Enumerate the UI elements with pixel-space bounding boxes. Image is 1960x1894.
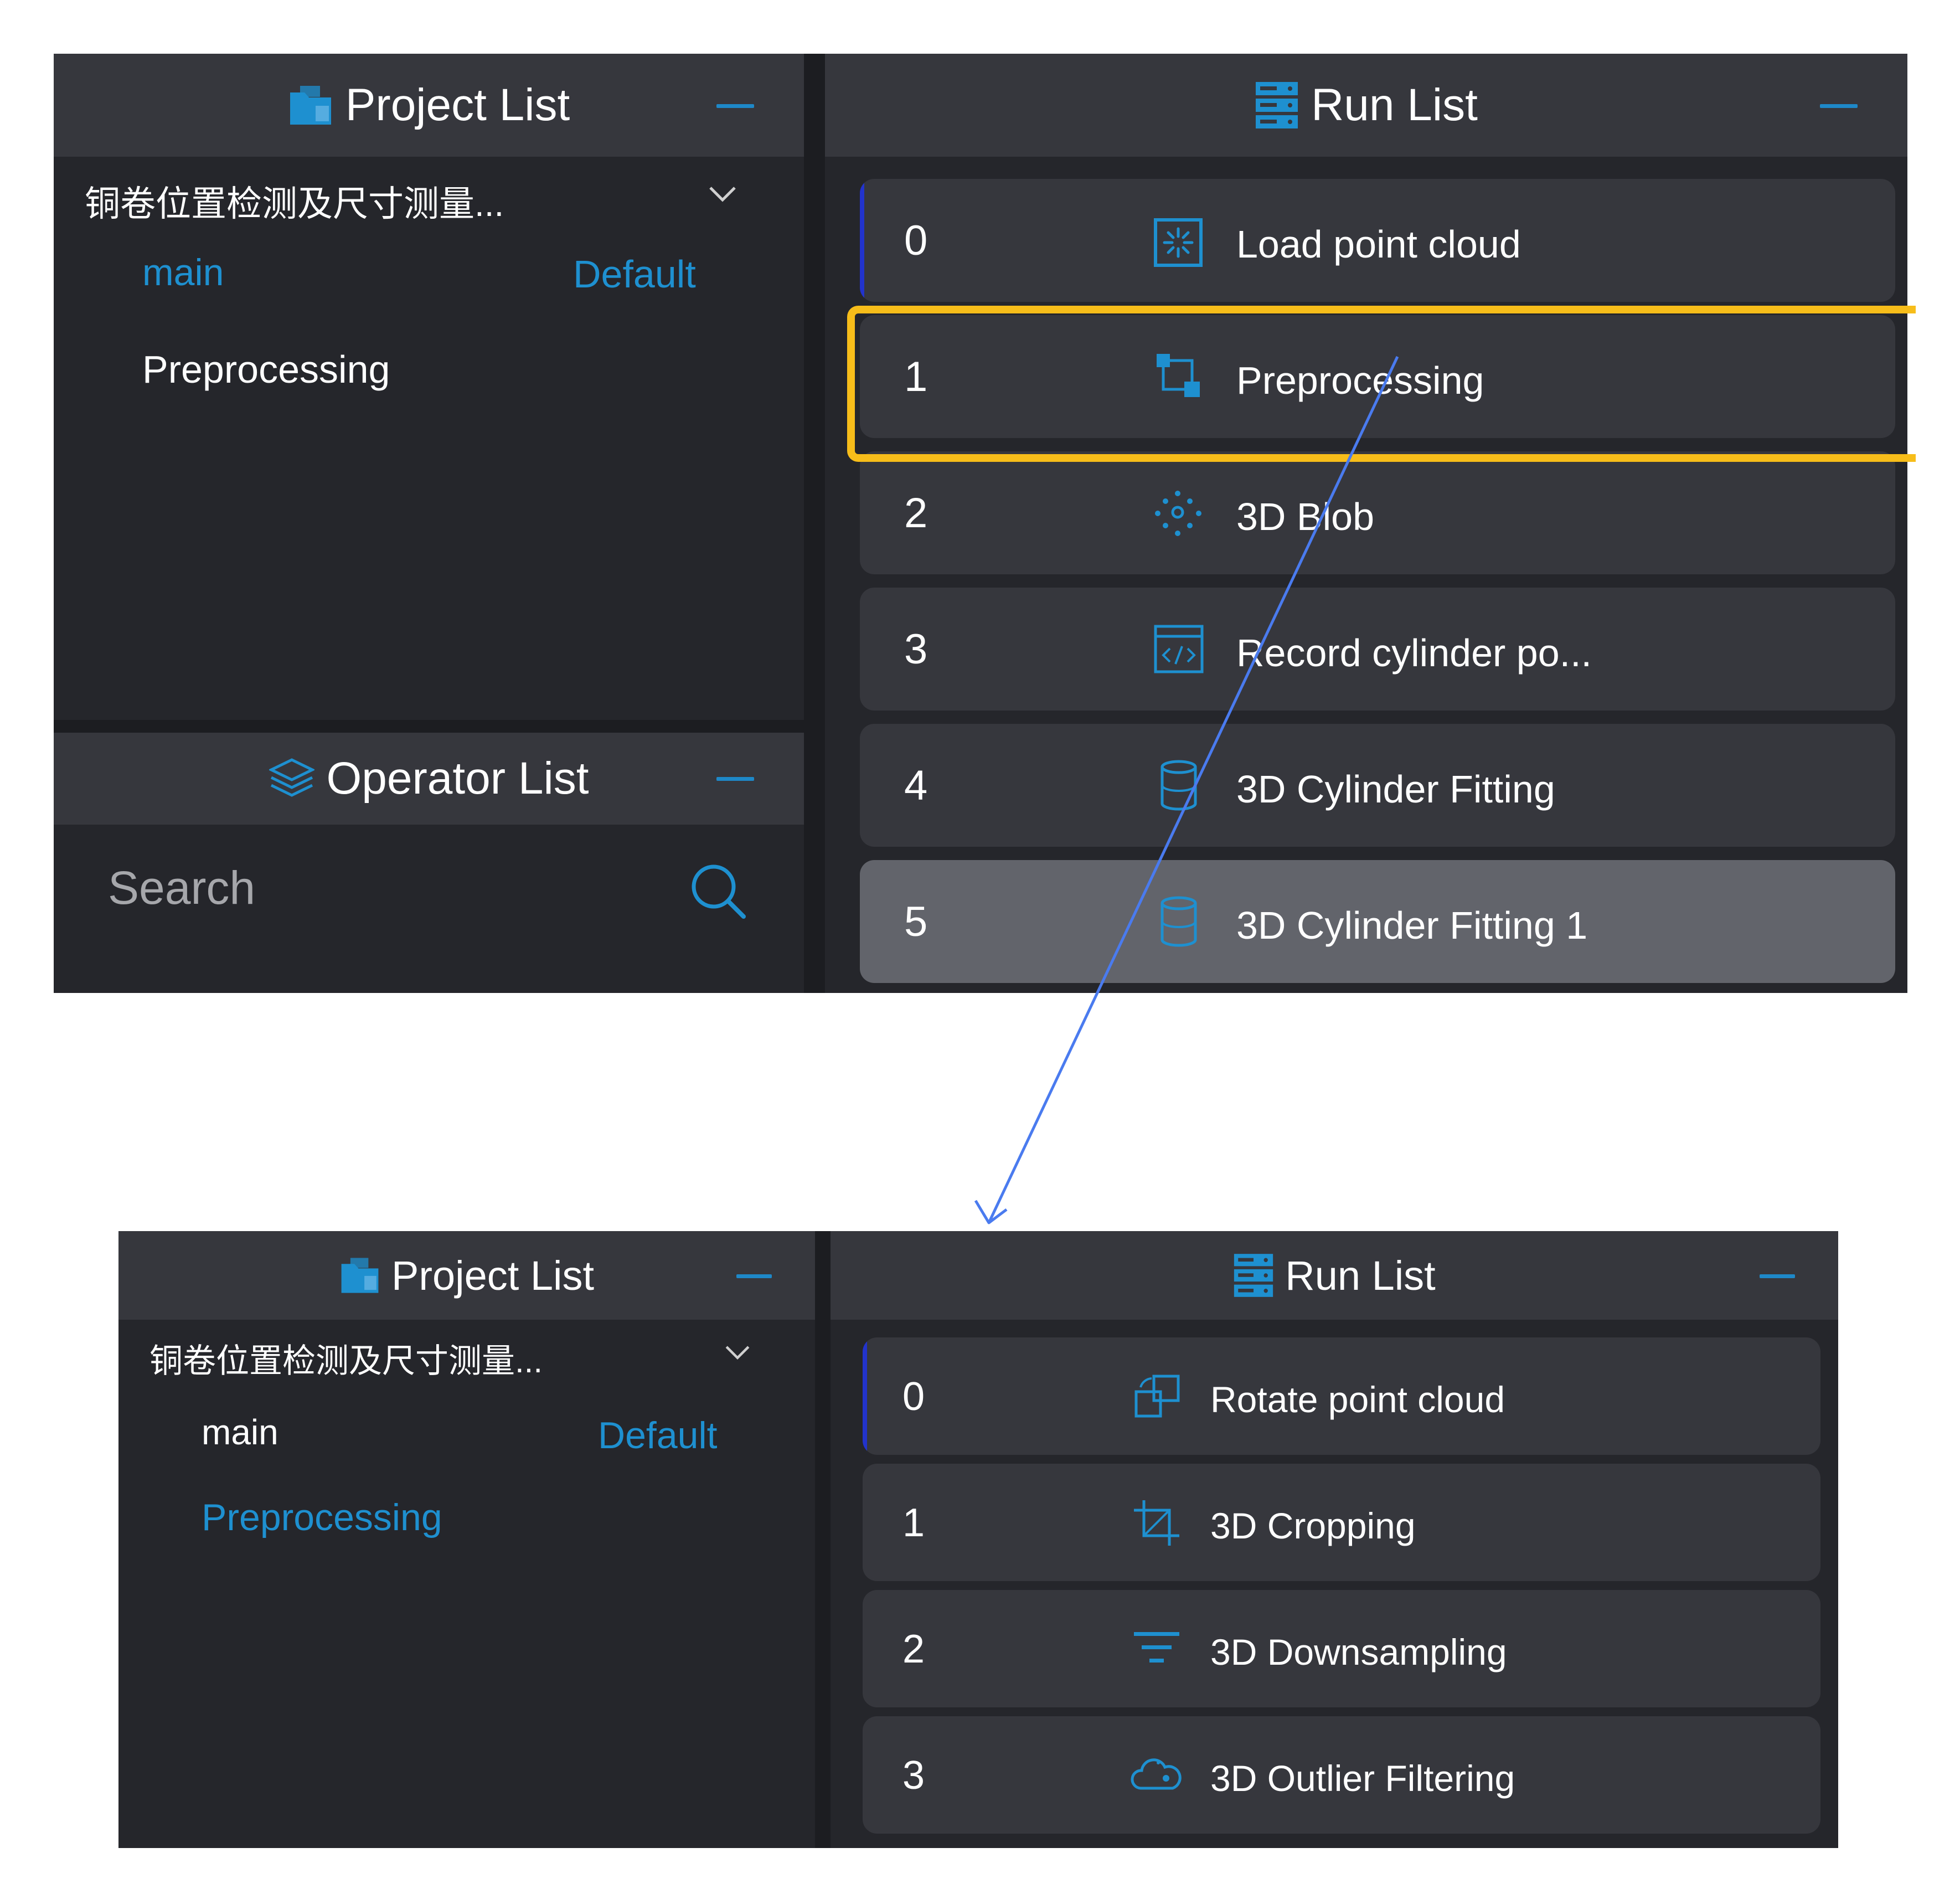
- transition-arrow: [974, 356, 1399, 1224]
